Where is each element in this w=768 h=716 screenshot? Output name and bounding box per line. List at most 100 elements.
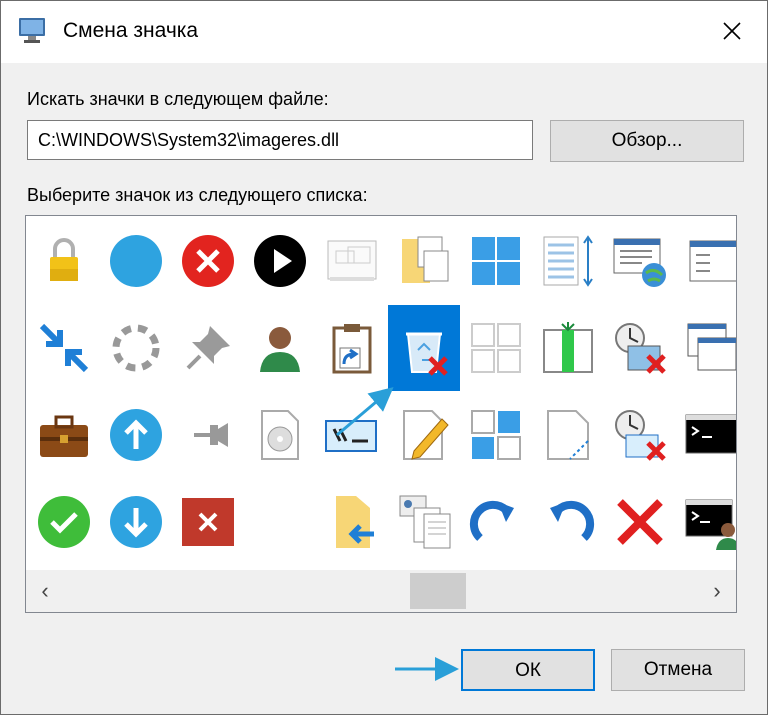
file-label: Искать значки в следующем файле: <box>27 89 329 109</box>
download-arrow-icon <box>110 496 162 548</box>
list-resize-icon <box>543 235 593 287</box>
icon-cell[interactable] <box>676 305 736 391</box>
recycle-bin-full-icon <box>406 332 448 376</box>
icon-cell[interactable] <box>460 392 532 478</box>
scroll-left-button[interactable]: ‹ <box>34 580 56 602</box>
pin-icon <box>186 326 230 370</box>
icon-cell[interactable] <box>676 479 736 565</box>
icon-cell[interactable] <box>28 479 100 565</box>
ok-button[interactable]: ОК <box>461 649 595 691</box>
icon-cell[interactable] <box>172 479 244 565</box>
grid-tiles-icon <box>472 237 520 285</box>
icon-cell[interactable] <box>388 305 460 391</box>
console-icon <box>685 414 736 454</box>
briefcase-icon <box>40 415 88 457</box>
icon-cell[interactable] <box>244 392 316 478</box>
icon-cell[interactable] <box>460 305 532 391</box>
clock-cmd-error-icon <box>615 410 666 461</box>
browse-button[interactable]: Обзор... <box>550 120 744 162</box>
title-bar[interactable]: Смена значка <box>1 1 767 63</box>
icon-cell[interactable] <box>460 479 532 565</box>
icon-cell[interactable] <box>316 218 388 304</box>
loading-ring-icon <box>112 324 160 372</box>
folder-copy-icon <box>402 236 449 283</box>
icon-cell[interactable] <box>100 479 172 565</box>
pencil-document-icon <box>403 410 449 460</box>
red-x-icon <box>617 499 663 545</box>
icon-cell[interactable] <box>28 392 100 478</box>
close-button[interactable] <box>709 11 755 51</box>
icon-cell[interactable] <box>172 218 244 304</box>
lock-icon <box>50 238 78 281</box>
undo-icon <box>550 500 595 541</box>
icon-cell[interactable] <box>388 479 460 565</box>
icon-cell[interactable] <box>532 305 604 391</box>
icon-cell[interactable] <box>244 218 316 304</box>
pushpin-icon <box>194 423 228 447</box>
contact-documents-icon <box>399 495 451 549</box>
page-corner-icon <box>547 410 589 460</box>
cmd-shortcut-icon <box>325 420 377 452</box>
icon-cell[interactable] <box>532 479 604 565</box>
icon-cell[interactable] <box>532 392 604 478</box>
icon-cell[interactable] <box>244 479 316 565</box>
icon-cell[interactable] <box>316 392 388 478</box>
icon-cell[interactable] <box>100 305 172 391</box>
upload-arrow-icon <box>110 409 162 461</box>
icon-cell[interactable] <box>28 218 100 304</box>
dialog-body: Искать значки в следующем файле: Обзор..… <box>1 63 767 714</box>
disc-document-icon <box>261 410 299 460</box>
icon-cell[interactable] <box>172 305 244 391</box>
icon-cell[interactable] <box>28 305 100 391</box>
dialog-title: Смена значка <box>63 19 199 42</box>
user-icon <box>260 327 300 372</box>
clock-window-error-icon <box>615 323 666 374</box>
console-user-icon <box>685 499 736 550</box>
icon-list[interactable]: ‹ › <box>25 215 737 613</box>
icon-cell[interactable] <box>100 392 172 478</box>
icon-cell[interactable] <box>676 218 736 304</box>
delete-box-icon <box>182 498 234 546</box>
file-path-input[interactable] <box>27 120 533 160</box>
icon-cell[interactable] <box>676 392 736 478</box>
grid-outline-icon <box>471 323 521 373</box>
icon-cell[interactable] <box>388 392 460 478</box>
icon-cell[interactable] <box>388 218 460 304</box>
check-icon <box>38 496 90 548</box>
icon-list-label: Выберите значок из следующего списка: <box>27 185 368 205</box>
column-green-icon <box>543 322 593 373</box>
icon-cell[interactable] <box>460 218 532 304</box>
chevron-right-icon: › <box>713 578 721 603</box>
circle-blue-icon <box>110 235 162 287</box>
icon-cell[interactable] <box>316 479 388 565</box>
shrink-arrows-icon <box>39 323 89 373</box>
icon-cell[interactable] <box>172 392 244 478</box>
icon-cell[interactable] <box>604 392 676 478</box>
grid-blue-icon <box>471 410 521 460</box>
cancel-button[interactable]: Отмена <box>611 649 745 691</box>
windows-stack-icon <box>687 323 736 371</box>
icon-cell[interactable] <box>604 479 676 565</box>
web-window-icon <box>613 238 666 287</box>
redo-icon <box>469 500 514 541</box>
error-icon <box>182 235 234 287</box>
icon-cell[interactable] <box>604 305 676 391</box>
chevron-left-icon: ‹ <box>41 578 49 603</box>
icon-cell[interactable] <box>532 218 604 304</box>
icon-cell[interactable] <box>604 218 676 304</box>
icon-cell[interactable] <box>316 305 388 391</box>
folder-import-icon <box>336 496 374 548</box>
play-icon <box>254 235 306 287</box>
window-edge-icon <box>689 240 736 282</box>
scroll-thumb[interactable] <box>410 573 466 609</box>
horizontal-scrollbar[interactable]: ‹ › <box>26 570 736 612</box>
clipboard-shortcut-icon <box>332 324 372 374</box>
icon-cell[interactable] <box>244 305 316 391</box>
blank-icon <box>252 494 308 550</box>
window-frame-icon <box>327 240 377 281</box>
display-properties-icon <box>19 18 45 43</box>
change-icon-dialog: Смена значка Искать значки в следующем ф… <box>0 0 768 715</box>
scroll-right-button[interactable]: › <box>706 580 728 602</box>
icon-cell[interactable] <box>100 218 172 304</box>
close-icon <box>723 22 741 40</box>
